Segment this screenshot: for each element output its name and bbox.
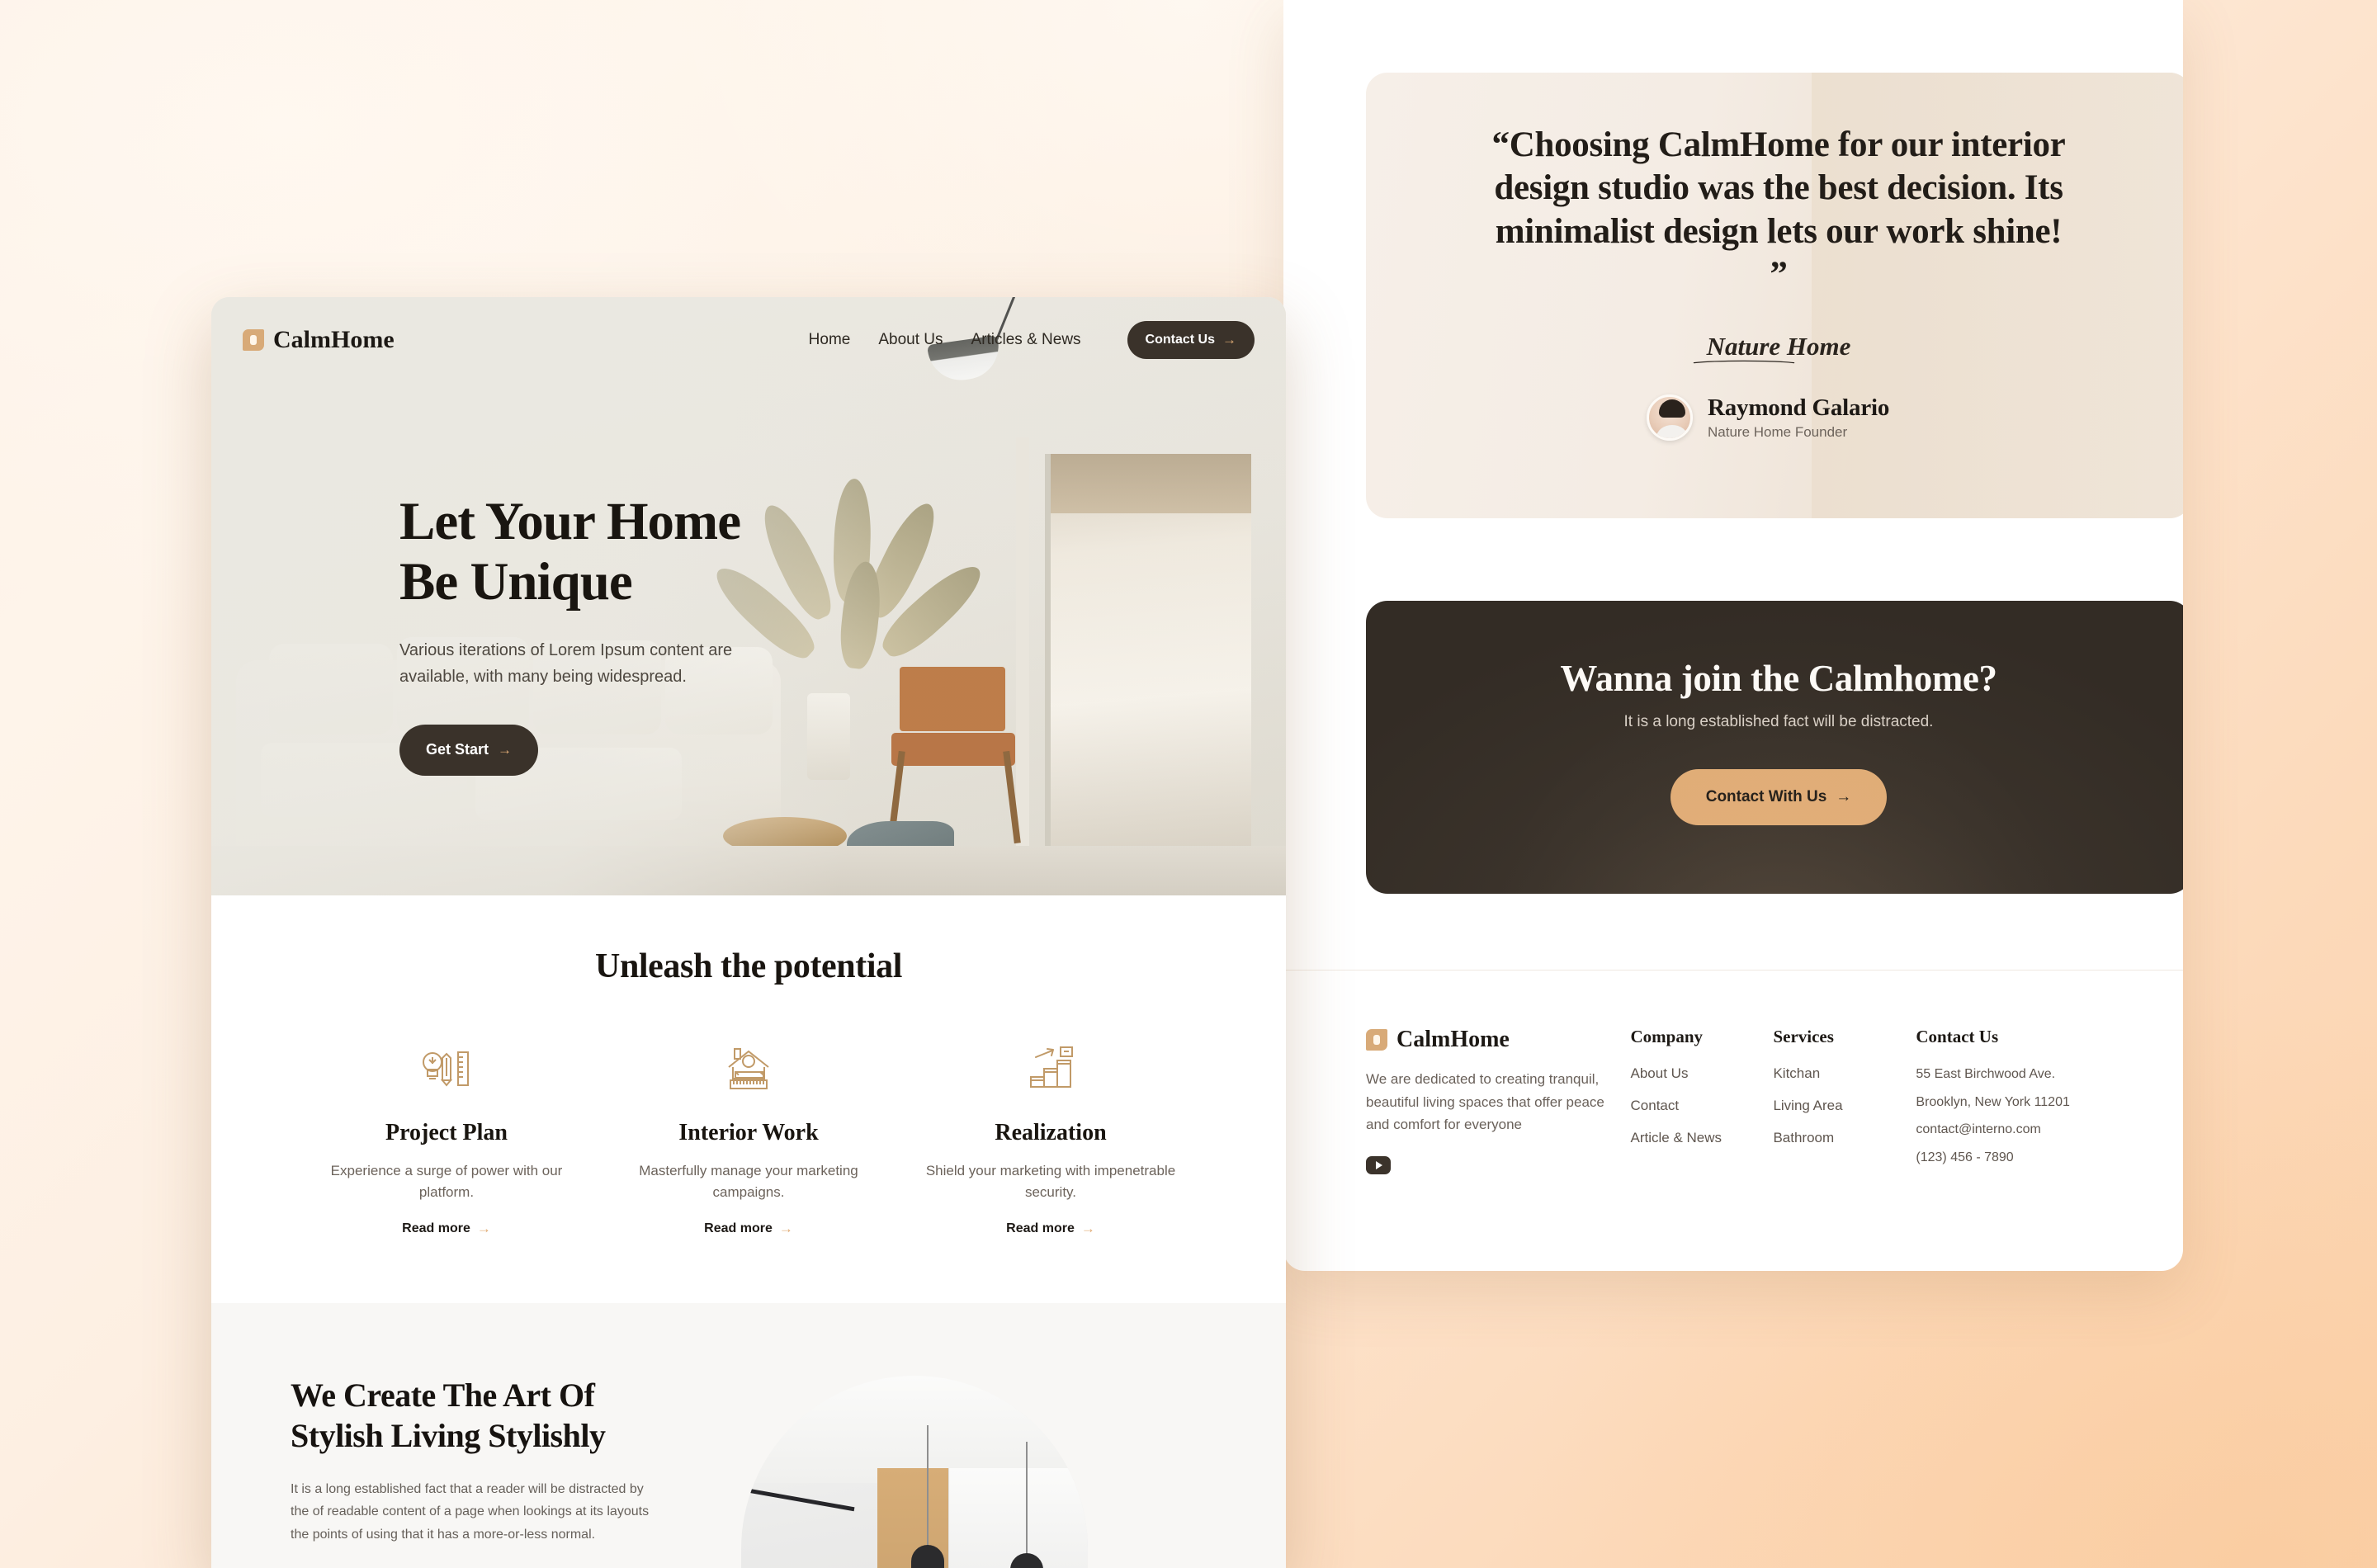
footer-link-contact[interactable]: Contact bbox=[1631, 1098, 1774, 1114]
read-more-link-interior-work[interactable]: Read more → bbox=[704, 1221, 793, 1237]
navbar: CalmHome Home About Us Articles & News C… bbox=[211, 297, 1286, 383]
footer-social-links bbox=[1366, 1155, 1631, 1174]
calmhome-logo-icon bbox=[1366, 1029, 1387, 1051]
footer-column-contact: Contact Us 55 East Birchwood Ave. Brookl… bbox=[1916, 1027, 2101, 1176]
feature-card-interior-work: Interior Work Masterfully manage your ma… bbox=[598, 1039, 900, 1237]
cta-subtitle: It is a long established fact will be di… bbox=[1623, 713, 1934, 730]
art-section: We Create The Art Of Stylish Living Styl… bbox=[211, 1303, 1286, 1568]
arrow-right-icon: → bbox=[1836, 788, 1852, 805]
read-more-label: Read more bbox=[402, 1221, 470, 1235]
feature-card-realization: Realization Shield your marketing with i… bbox=[900, 1039, 1202, 1237]
art-section-paragraph: It is a long established fact that a rea… bbox=[291, 1481, 650, 1542]
contact-with-us-button[interactable]: Contact With Us → bbox=[1671, 769, 1887, 825]
testimonial-author-name: Raymond Galario bbox=[1708, 394, 1890, 421]
brand-label: CalmHome bbox=[273, 326, 395, 353]
read-more-link-project-plan[interactable]: Read more → bbox=[402, 1221, 491, 1237]
house-pencil-ruler-icon bbox=[621, 1039, 877, 1098]
art-title-line2: Stylish Living Stylishly bbox=[291, 1416, 606, 1454]
testimonial-card: “Choosing CalmHome for our interior desi… bbox=[1366, 73, 2183, 518]
arrow-right-icon: → bbox=[476, 1221, 491, 1236]
read-more-label: Read more bbox=[1006, 1221, 1075, 1235]
read-more-link-realization[interactable]: Read more → bbox=[1006, 1221, 1095, 1237]
footer-column-company: Company About Us Contact Article & News bbox=[1631, 1027, 1774, 1176]
footer-link-about-us[interactable]: About Us bbox=[1631, 1065, 1774, 1082]
get-start-button[interactable]: Get Start → bbox=[399, 724, 538, 776]
feature-title: Realization bbox=[995, 1120, 1107, 1145]
footer-brand: CalmHome bbox=[1366, 1027, 1631, 1053]
right-page-card: “Choosing CalmHome for our interior desi… bbox=[1283, 0, 2183, 1271]
footer-link-article-news[interactable]: Article & News bbox=[1631, 1130, 1774, 1146]
nav-link-articles-news[interactable]: Articles & News bbox=[971, 331, 1081, 349]
footer-description: We are dedicated to creating tranquil, b… bbox=[1366, 1071, 1604, 1133]
contact-with-us-label: Contact With Us bbox=[1705, 788, 1827, 805]
footer-column-services: Services Kitchan Living Area Bathroom bbox=[1773, 1027, 1916, 1176]
nav-link-home[interactable]: Home bbox=[809, 331, 851, 349]
nav-link-about-us[interactable]: About Us bbox=[878, 331, 943, 349]
arrow-right-icon: → bbox=[498, 741, 513, 758]
youtube-icon[interactable] bbox=[1366, 1155, 1391, 1174]
footer-contact-email[interactable]: contact@interno.com bbox=[1916, 1121, 2101, 1139]
calmhome-logo-icon bbox=[243, 329, 264, 351]
footer-link-living-area[interactable]: Living Area bbox=[1773, 1098, 1916, 1114]
feature-card-project-plan: Project Plan Experience a surge of power… bbox=[295, 1039, 598, 1237]
footer-link-kitchan[interactable]: Kitchan bbox=[1773, 1065, 1916, 1082]
footer-contact-address-line2: Brooklyn, New York 11201 bbox=[1916, 1094, 2070, 1109]
nav-contact-us-label: Contact Us bbox=[1145, 333, 1215, 347]
feature-title: Project Plan bbox=[385, 1120, 508, 1145]
footer-contact-address-line1: 55 East Birchwood Ave. bbox=[1916, 1067, 2056, 1081]
get-start-label: Get Start bbox=[425, 741, 489, 758]
hero-paragraph: Various iterations of Lorem Ipsum conten… bbox=[399, 640, 733, 686]
footer-brand-label: CalmHome bbox=[1396, 1027, 1510, 1052]
lightbulb-pencil-ruler-icon bbox=[319, 1039, 574, 1098]
footer-column-services-heading: Services bbox=[1773, 1027, 1834, 1046]
avatar bbox=[1647, 394, 1693, 441]
cta-title: Wanna join the Calmhome? bbox=[1560, 658, 1997, 699]
hero-title-line1: Let Your Home bbox=[399, 492, 741, 551]
join-cta-card: Wanna join the Calmhome? It is a long es… bbox=[1366, 601, 2183, 894]
art-section-title: We Create The Art Of Stylish Living Styl… bbox=[291, 1376, 703, 1457]
feature-description: Shield your marketing with impenetrable … bbox=[925, 1163, 1176, 1200]
read-more-label: Read more bbox=[704, 1221, 773, 1235]
footer-link-bathroom[interactable]: Bathroom bbox=[1773, 1130, 1916, 1146]
art-title-line1: We Create The Art Of bbox=[291, 1377, 595, 1414]
hero-title-line2: Be Unique bbox=[399, 551, 633, 612]
left-page-card: CalmHome Home About Us Articles & News C… bbox=[211, 297, 1286, 1568]
testimonial-company-logo: Nature Home bbox=[1692, 332, 1865, 365]
arrow-right-icon: → bbox=[778, 1221, 793, 1236]
hero-section: CalmHome Home About Us Articles & News C… bbox=[211, 297, 1286, 895]
growth-stairs-arrow-icon bbox=[923, 1039, 1179, 1098]
footer-contact-phone[interactable]: (123) 456 - 7890 bbox=[1916, 1149, 2101, 1167]
footer-column-contact-heading: Contact Us bbox=[1916, 1027, 1999, 1046]
hero-copy: Let Your Home Be Unique Various iteratio… bbox=[399, 492, 787, 776]
feature-description: Experience a surge of power with our pla… bbox=[330, 1163, 563, 1200]
footer-column-company-heading: Company bbox=[1630, 1027, 1704, 1046]
testimonial-author-role: Nature Home Founder bbox=[1708, 423, 1848, 440]
feature-description: Masterfully manage your marketing campai… bbox=[639, 1163, 858, 1200]
nav-contact-us-button[interactable]: Contact Us → bbox=[1127, 321, 1255, 359]
feature-title: Interior Work bbox=[678, 1120, 819, 1145]
testimonial-company-logo-text: Nature Home bbox=[1706, 331, 1851, 361]
footer-brand-column: CalmHome We are dedicated to creating tr… bbox=[1366, 1027, 1631, 1176]
testimonial-quote: “Choosing CalmHome for our interior desi… bbox=[1491, 125, 2066, 295]
arrow-right-icon: → bbox=[1080, 1221, 1095, 1236]
features-title: Unleash the potential bbox=[595, 947, 902, 985]
footer: CalmHome We are dedicated to creating tr… bbox=[1283, 970, 2183, 1176]
nav-links: Home About Us Articles & News Contact Us… bbox=[809, 321, 1255, 359]
testimonial-author: Raymond Galario Nature Home Founder bbox=[1647, 394, 2183, 441]
page-title: Let Your Home Be Unique bbox=[399, 492, 787, 612]
kitchen-photo bbox=[741, 1376, 1088, 1568]
brand-logo[interactable]: CalmHome bbox=[243, 326, 395, 354]
arrow-right-icon: → bbox=[1222, 332, 1236, 347]
features-section: Unleash the potential Project Plan Exper… bbox=[211, 895, 1286, 1303]
